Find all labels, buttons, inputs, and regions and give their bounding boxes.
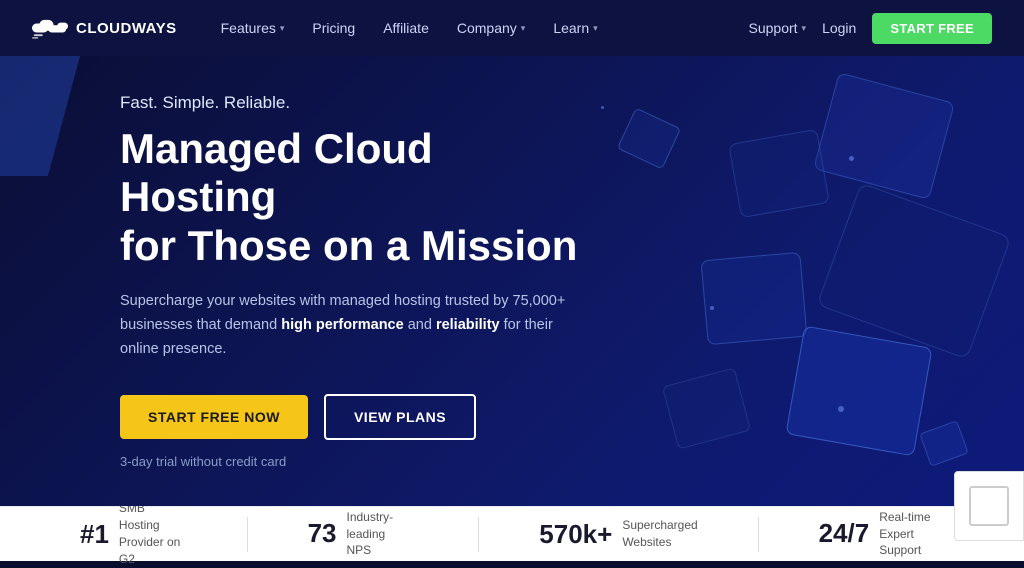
logo[interactable]: CLOUDWAYS (32, 16, 177, 40)
stat-desc-0: SMB HostingProvider on G2 (119, 500, 187, 567)
stat-number-0: #1 (80, 519, 109, 550)
hex-shape-4 (700, 252, 807, 345)
hero-buttons: START FREE NOW VIEW PLANS (120, 394, 600, 440)
login-button[interactable]: Login (822, 20, 856, 36)
nav-affiliate[interactable]: Affiliate (371, 14, 441, 42)
start-free-now-button[interactable]: START FREE NOW (120, 395, 308, 439)
hero-section: Fast. Simple. Reliable. Managed Cloud Ho… (0, 56, 1024, 506)
stat-desc-2: SuperchargedWebsites (622, 517, 697, 551)
hero-title: Managed Cloud Hostingfor Those on a Miss… (120, 125, 600, 270)
stat-item-2: 570k+ SuperchargedWebsites (539, 517, 697, 551)
nav-features[interactable]: Features ▾ (209, 14, 297, 42)
nav-pricing[interactable]: Pricing (300, 14, 367, 42)
hex-shape-1 (813, 72, 955, 200)
brand-name: CLOUDWAYS (76, 20, 177, 37)
stat-divider-1 (478, 517, 479, 552)
stat-item-0: #1 SMB HostingProvider on G2 (80, 500, 187, 567)
hero-content: Fast. Simple. Reliable. Managed Cloud Ho… (0, 93, 600, 469)
stat-number-3: 24/7 (819, 518, 870, 549)
nav-right: Support ▾ Login START FREE (749, 13, 993, 44)
support-button[interactable]: Support ▾ (749, 20, 807, 36)
hero-subtitle: Fast. Simple. Reliable. (120, 93, 600, 113)
features-dropdown-icon: ▾ (280, 23, 285, 34)
stat-item-1: 73 Industry-leadingNPS (308, 509, 419, 559)
trial-text: 3-day trial without credit card (120, 454, 600, 469)
nav-learn[interactable]: Learn ▾ (541, 14, 609, 42)
hex-shape-2 (728, 129, 830, 218)
dot-3 (838, 406, 844, 412)
hero-description: Supercharge your websites with managed h… (120, 290, 580, 362)
hex-shape-6 (662, 367, 751, 449)
logo-icon (32, 16, 68, 40)
stats-bar: #1SMB HostingProvider on G273Industry-le… (0, 506, 1024, 561)
hex-shape-5 (785, 326, 932, 457)
stat-desc-1: Industry-leadingNPS (346, 509, 418, 559)
stat-number-2: 570k+ (539, 519, 612, 550)
stat-item-3: 24/7 Real-timeExpert Support (819, 509, 944, 559)
stat-number-1: 73 (308, 518, 337, 549)
start-free-nav-button[interactable]: START FREE (872, 13, 992, 44)
hex-shape-7 (617, 108, 681, 170)
stat-desc-3: Real-timeExpert Support (879, 509, 944, 559)
nav-links: Features ▾ Pricing Affiliate Company ▾ L… (209, 14, 749, 42)
company-dropdown-icon: ▾ (521, 23, 526, 34)
stat-divider-2 (758, 517, 759, 552)
dot-2 (710, 306, 714, 310)
hex-shape-8 (919, 420, 969, 467)
learn-dropdown-icon: ▾ (593, 23, 598, 34)
stat-divider-0 (247, 517, 248, 552)
view-plans-button[interactable]: VIEW PLANS (324, 394, 476, 440)
dot-1 (849, 156, 854, 161)
captcha-inner (969, 486, 1009, 526)
captcha-badge (954, 471, 1024, 541)
nav-company[interactable]: Company ▾ (445, 14, 537, 42)
support-dropdown-icon: ▾ (802, 23, 807, 34)
navbar: CLOUDWAYS Features ▾ Pricing Affiliate C… (0, 0, 1024, 56)
dot-4 (601, 106, 604, 109)
